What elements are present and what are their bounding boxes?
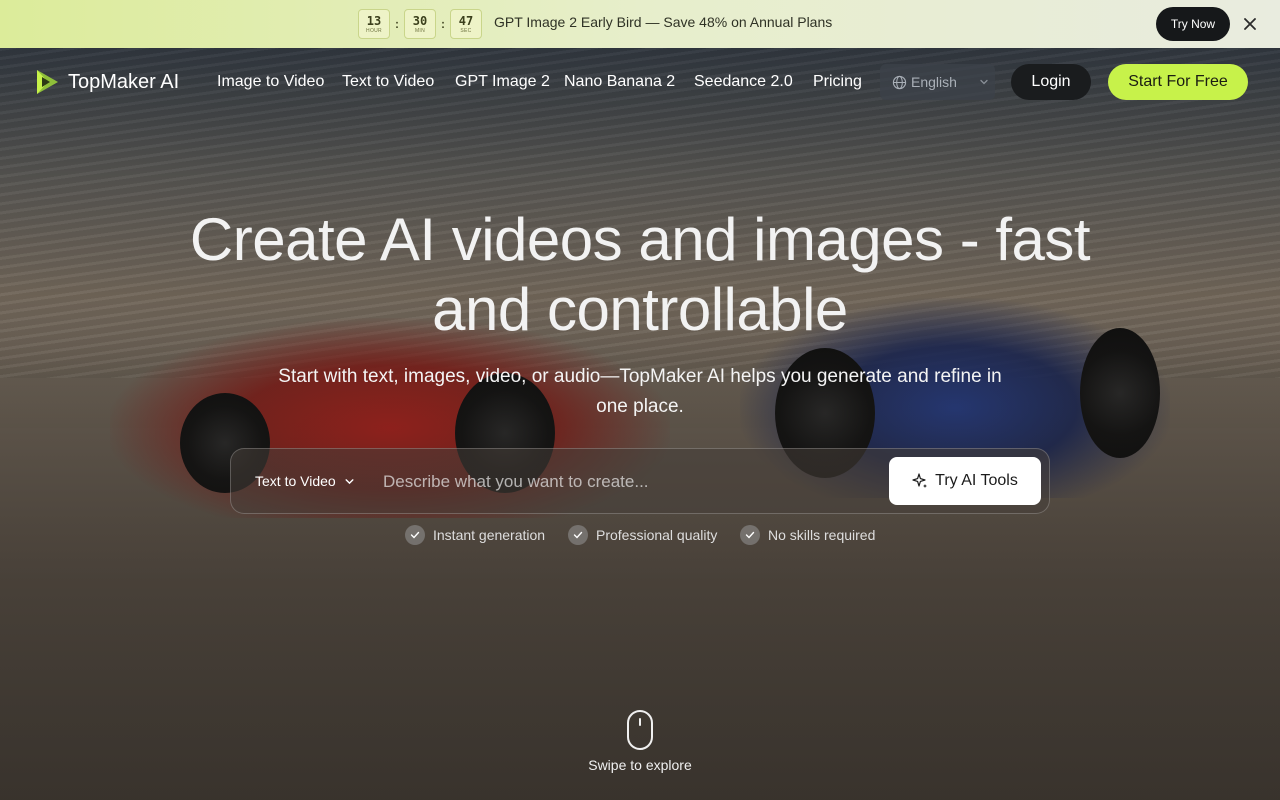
feature-label: Professional quality bbox=[596, 527, 718, 543]
countdown-minutes-unit: MIN bbox=[414, 27, 426, 34]
hero-background bbox=[0, 48, 1280, 800]
try-ai-tools-label: Try AI Tools bbox=[935, 472, 1018, 489]
promo-text: GPT Image 2 Early Bird — Save 48% on Ann… bbox=[494, 14, 833, 30]
mouse-scroll-icon bbox=[627, 710, 653, 750]
feature-label: No skills required bbox=[768, 527, 876, 543]
check-icon bbox=[405, 525, 425, 545]
countdown-hours: 13 HOUR bbox=[358, 9, 390, 39]
countdown-minutes: 30 MIN bbox=[404, 9, 436, 39]
top-navigation bbox=[0, 48, 1280, 116]
feature-professional-quality: Professional quality bbox=[568, 525, 717, 545]
chevron-down-icon bbox=[345, 478, 354, 484]
countdown-hours-value: 13 bbox=[366, 13, 382, 28]
hero-overlay bbox=[0, 48, 1280, 800]
promo-banner: 13 HOUR : 30 MIN : 47 SEC GPT Image 2 Ea… bbox=[0, 0, 1280, 48]
sparkle-icon bbox=[912, 473, 928, 488]
mode-label: Text to Video bbox=[255, 473, 336, 489]
countdown-seconds-unit: SEC bbox=[460, 27, 472, 34]
countdown-minutes-value: 30 bbox=[412, 13, 428, 28]
mode-dropdown[interactable]: Text to Video bbox=[255, 473, 355, 489]
try-now-button[interactable]: Try Now bbox=[1156, 7, 1230, 41]
hero-subtitle: Start with text, images, video, or audio… bbox=[278, 366, 1002, 417]
feature-instant-generation: Instant generation bbox=[405, 525, 545, 545]
hero-title: Create AI videos and images - fast and c… bbox=[189, 206, 1091, 343]
countdown-separator: : bbox=[395, 17, 399, 31]
check-icon bbox=[568, 525, 588, 545]
try-ai-tools-button[interactable]: Try AI Tools bbox=[889, 457, 1041, 505]
prompt-bar: Text to Video Try AI Tools bbox=[230, 448, 1050, 514]
countdown-seconds-value: 47 bbox=[458, 13, 474, 28]
countdown-hours-unit: HOUR bbox=[366, 27, 382, 34]
close-icon[interactable] bbox=[1241, 15, 1259, 33]
swipe-to-explore-label: Swipe to explore bbox=[588, 757, 692, 773]
check-icon bbox=[740, 525, 760, 545]
countdown-seconds: 47 SEC bbox=[450, 9, 482, 39]
prompt-input[interactable] bbox=[383, 465, 873, 499]
countdown-timer: 13 HOUR : 30 MIN : 47 SEC bbox=[358, 9, 482, 39]
countdown-separator: : bbox=[441, 17, 445, 31]
feature-label: Instant generation bbox=[433, 527, 546, 543]
feature-no-skills-required: No skills required bbox=[740, 525, 875, 545]
